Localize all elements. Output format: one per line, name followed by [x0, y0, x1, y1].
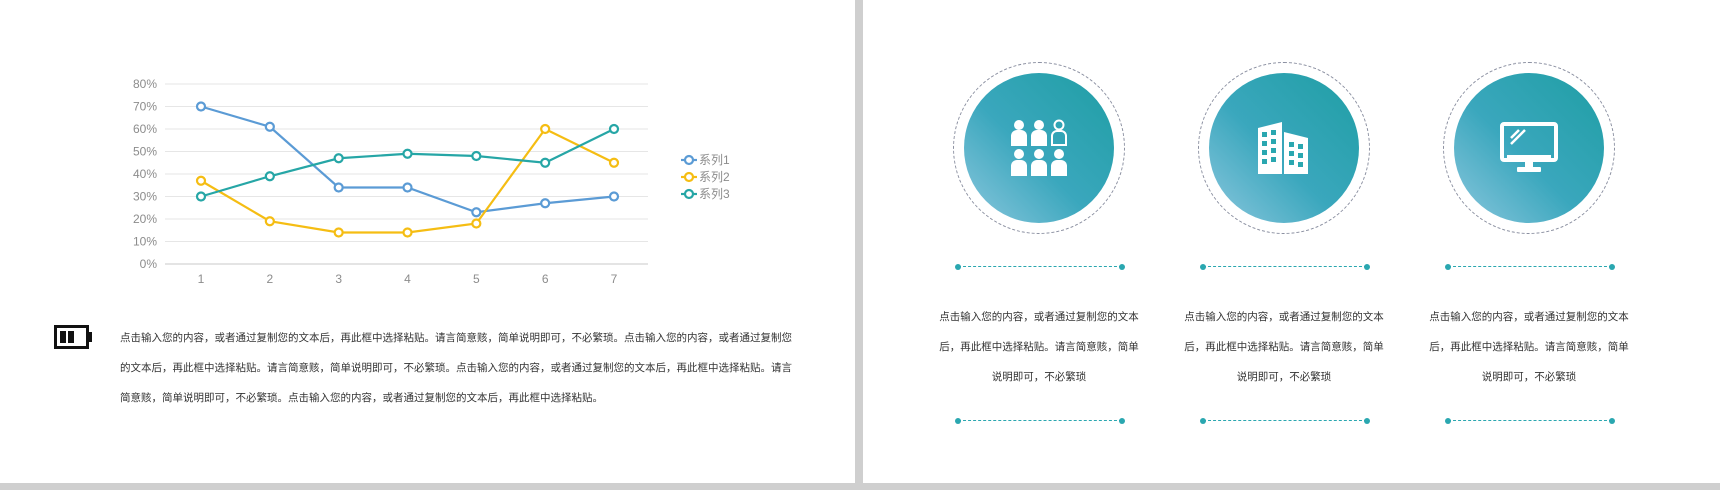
data-point [402, 148, 413, 159]
y-tick-label: 10% [133, 235, 157, 249]
data-point [333, 227, 344, 238]
legend-marker [683, 188, 695, 200]
data-point [471, 218, 482, 229]
y-tick-label: 20% [133, 212, 157, 226]
data-point [402, 182, 413, 193]
data-point [540, 123, 551, 135]
x-tick-label: 3 [335, 272, 342, 286]
legend-marker [683, 171, 695, 183]
data-point [471, 150, 482, 162]
feature-card-1: 点击输入您的内容，或者通过复制您的文本后，再此框中选择粘贴。请言简意赅，简单说明… [939, 62, 1139, 432]
data-point [608, 191, 620, 202]
x-tick-label: 4 [404, 272, 411, 286]
feature-text: 点击输入您的内容，或者通过复制您的文本后，再此框中选择粘贴。请言简意赅，简单说明… [939, 311, 1139, 383]
data-point [540, 198, 551, 209]
feature-card-2: 点击输入您的内容，或者通过复制您的文本后，再此框中选择粘贴。请言简意赅，简单说明… [1184, 62, 1384, 432]
dotted-divider [955, 418, 1125, 424]
monitor-icon [1500, 122, 1558, 172]
right-slide: 点击输入您的内容，或者通过复制您的文本后，再此框中选择粘贴。请言简意赅，简单说明… [863, 0, 1720, 483]
feature-text: 点击输入您的内容，或者通过复制您的文本后，再此框中选择粘贴。请言简意赅，简单说明… [1184, 311, 1384, 383]
y-tick-label: 70% [133, 100, 157, 114]
x-tick-label: 7 [611, 272, 618, 286]
icon-circle [1454, 73, 1604, 223]
legend-label: 系列1 [699, 153, 730, 167]
line-chart: 0% 10% 20% 30% 40% 50% 60% 70% 80% 1 2 3 4 5 6 7 系列1 系列2 系… [133, 77, 730, 286]
battery-icon [54, 325, 92, 349]
left-slide: 0% 10% 20% 30% 40% 50% 60% 70% 80% 1 2 3 4 5 6 7 系列1 系列2 系… [0, 0, 855, 483]
dotted-divider [1445, 418, 1615, 424]
data-point [402, 227, 413, 238]
x-tick-label: 1 [198, 272, 205, 286]
data-point [264, 216, 275, 227]
x-tick-label: 2 [266, 272, 273, 286]
building-icon [1258, 122, 1308, 174]
dotted-divider [1200, 418, 1370, 424]
series-line [200, 127, 615, 234]
legend-label: 系列3 [699, 187, 730, 201]
y-tick-label: 40% [133, 167, 157, 181]
legend-label: 系列2 [699, 170, 730, 184]
y-tick-label: 60% [133, 122, 157, 136]
data-point [264, 171, 275, 182]
icon-circle [964, 73, 1114, 223]
data-point [195, 191, 207, 202]
dotted-divider [1200, 264, 1370, 270]
legend-marker [683, 154, 695, 166]
feature-card-3: 点击输入您的内容，或者通过复制您的文本后，再此框中选择粘贴。请言简意赅，简单说明… [1429, 62, 1629, 432]
data-point [333, 182, 344, 193]
data-point [608, 123, 620, 135]
dotted-divider [955, 264, 1125, 270]
dotted-divider [1445, 264, 1615, 270]
feature-text: 点击输入您的内容，或者通过复制您的文本后，再此框中选择粘贴。请言简意赅，简单说明… [1429, 311, 1629, 383]
people-icon [1011, 119, 1067, 176]
data-point [608, 157, 620, 168]
data-point [264, 121, 275, 132]
x-tick-label: 5 [473, 272, 480, 286]
data-point [471, 207, 482, 218]
body-paragraph: 点击输入您的内容，或者通过复制您的文本后，再此框中选择粘贴。请言简意赅，简单说明… [120, 332, 792, 404]
y-tick-label: 30% [133, 190, 157, 204]
data-point [195, 175, 207, 186]
data-point [333, 153, 344, 164]
icon-circle [1209, 73, 1359, 223]
data-point [540, 157, 551, 168]
x-tick-label: 6 [542, 272, 549, 286]
y-tick-label: 80% [133, 77, 157, 91]
data-point [195, 101, 207, 112]
y-tick-label: 0% [140, 257, 158, 271]
y-tick-label: 50% [133, 145, 157, 159]
